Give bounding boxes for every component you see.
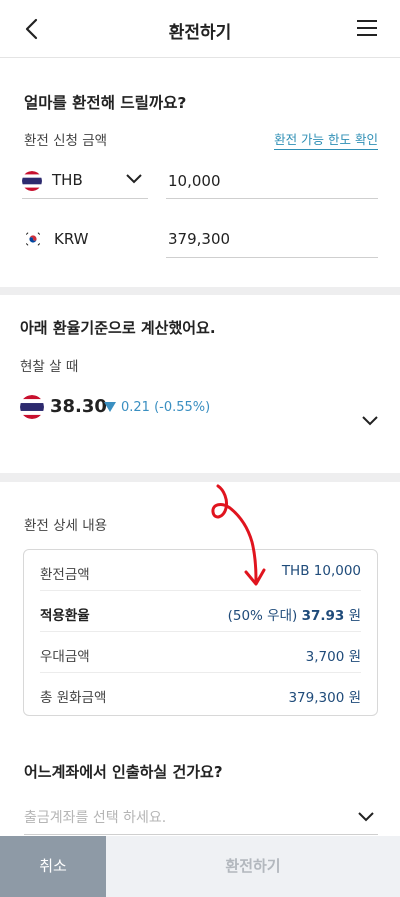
rate-change-text: 0.21 (-0.55%) — [121, 400, 211, 415]
detail-label: 적용환율 — [40, 608, 90, 624]
from-amount-input[interactable] — [166, 163, 378, 199]
detail-row-total: 총 원화금액 379,300 원 — [40, 673, 361, 714]
krw-currency-row: KRW — [22, 222, 148, 258]
exchange-rate-value: 38.30 — [50, 396, 107, 417]
account-select[interactable]: 출금계좌를 선택 하세요. — [24, 801, 378, 835]
detail-row-amount: 환전금액 THB 10,000 — [40, 550, 361, 591]
detail-value: (50% 우대) 37.93 원 — [228, 604, 361, 624]
applied-rate: 37.93 — [301, 608, 345, 624]
app-header: 환전하기 — [0, 0, 400, 58]
rate-section: 아래 환율기준으로 계산했어요. 현찰 살 때 38.30 0.21 (-0.5… — [0, 295, 400, 473]
detail-label: 총 원화금액 — [40, 690, 107, 706]
currency-unit: 원 — [348, 608, 361, 624]
chevron-down-icon — [126, 174, 142, 184]
rate-subtitle: 현찰 살 때 — [20, 359, 79, 375]
to-currency-code: KRW — [54, 230, 89, 248]
thailand-flag-icon — [20, 395, 44, 419]
rate-title: 아래 환율기준으로 계산했어요. — [20, 319, 216, 337]
from-currency-code: THB — [52, 171, 83, 189]
detail-title: 환전 상세 내용 — [24, 518, 108, 534]
chevron-down-icon — [358, 812, 374, 822]
korea-flag-icon — [24, 230, 42, 248]
exchange-button[interactable]: 환전하기 — [106, 836, 400, 897]
down-triangle-icon — [104, 402, 116, 412]
footer-bar: 취소 환전하기 — [0, 836, 400, 897]
amount-section: 얼마를 환전해 드릴까요? 환전 신청 금액 환전 가능 한도 확인 THB 1… — [0, 59, 400, 287]
currency-select[interactable]: THB — [22, 163, 148, 199]
cancel-button[interactable]: 취소 — [0, 836, 106, 897]
detail-section: 환전 상세 내용 환전금액 THB 10,000 적용환율 (50% 우대) 3… — [0, 482, 400, 897]
request-amount-label: 환전 신청 금액 — [24, 133, 108, 149]
detail-row-discount: 우대금액 3,700 원 — [40, 632, 361, 673]
amount-question: 얼마를 환전해 드릴까요? — [24, 94, 187, 112]
discount-note: (50% 우대) — [227, 608, 298, 624]
account-placeholder: 출금계좌를 선택 하세요. — [24, 810, 167, 826]
menu-icon[interactable] — [356, 18, 378, 38]
expand-chevron-icon[interactable] — [362, 415, 378, 427]
detail-value: 379,300 원 — [288, 690, 361, 706]
detail-row-applied-rate: 적용환율 (50% 우대) 37.93 원 — [40, 591, 361, 632]
section-divider — [0, 473, 400, 482]
page-title: 환전하기 — [168, 23, 232, 43]
detail-value: THB 10,000 — [281, 563, 361, 579]
thailand-flag-icon — [22, 171, 42, 191]
detail-label: 우대금액 — [40, 649, 90, 665]
withdraw-question: 어느계좌에서 인출하실 건가요? — [24, 763, 223, 781]
rate-change: 0.21 (-0.55%) — [104, 400, 210, 415]
section-divider — [0, 287, 400, 295]
detail-label: 환전금액 — [40, 567, 90, 583]
detail-value: 3,700 원 — [305, 649, 361, 665]
to-amount-value: 379,300 — [166, 222, 378, 258]
limit-check-link[interactable]: 환전 가능 한도 확인 — [274, 129, 378, 150]
detail-box: 환전금액 THB 10,000 적용환율 (50% 우대) 37.93 원 우대… — [23, 549, 378, 716]
